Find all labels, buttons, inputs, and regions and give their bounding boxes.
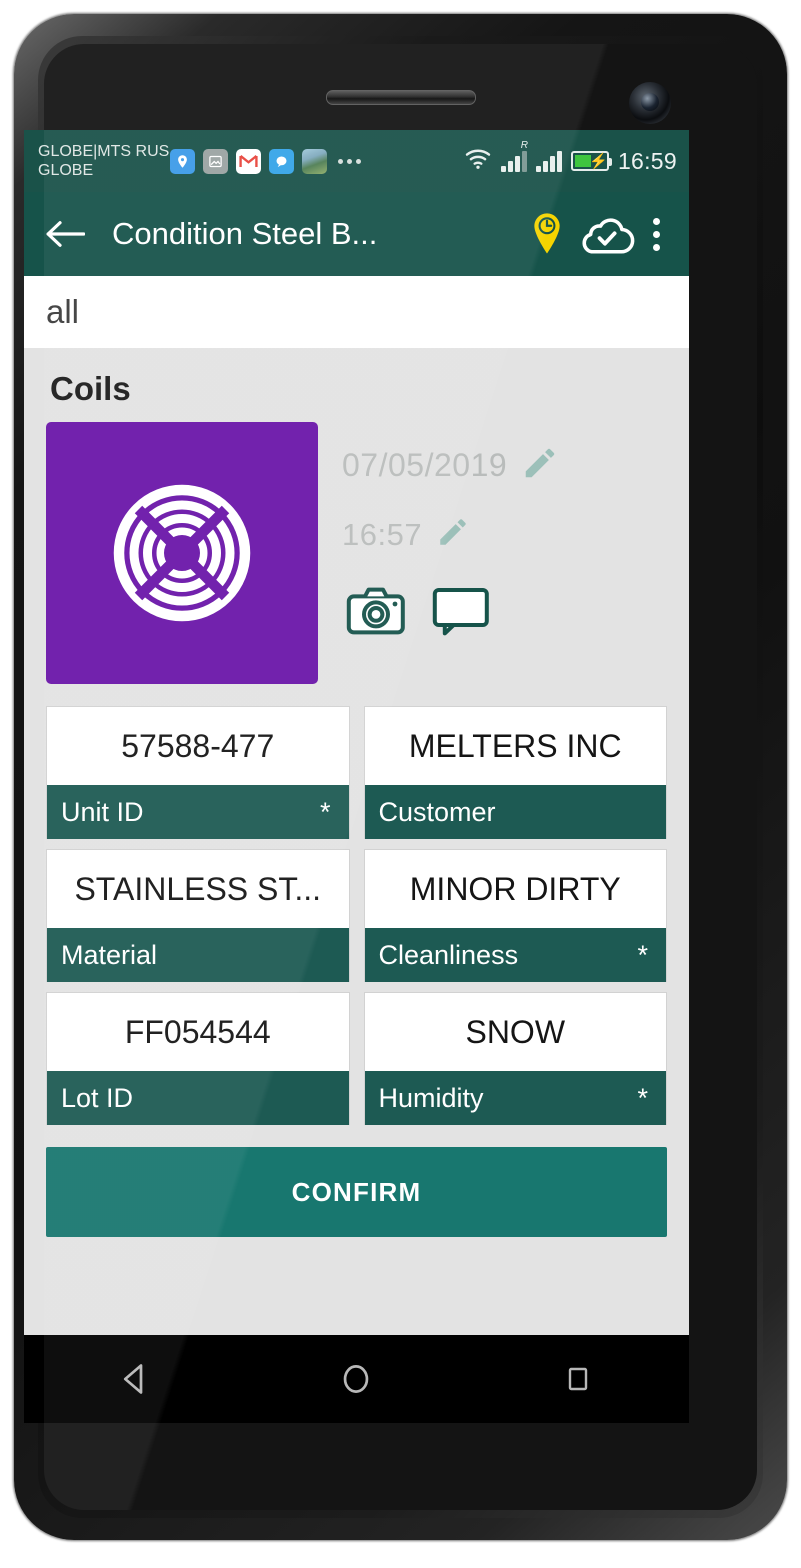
location-clock-pin-icon[interactable]: [519, 206, 575, 262]
roaming-indicator: R: [520, 140, 528, 151]
field-label-bar: Unit ID *: [47, 785, 349, 839]
camera-icon[interactable]: [346, 586, 406, 641]
field-humidity[interactable]: SNOW Humidity *: [363, 992, 667, 1125]
field-material[interactable]: STAINLESS ST... Material: [46, 849, 350, 982]
field-label: Material: [61, 939, 158, 970]
item-date: 07/05/2019: [342, 447, 508, 483]
field-value[interactable]: SNOW: [365, 993, 667, 1071]
required-marker: *: [637, 1082, 648, 1113]
field-label-bar: Humidity *: [364, 1071, 666, 1125]
field-label-bar: Cleanliness *: [364, 928, 666, 982]
status-bar: GLOBE|MTS RUS GLOBE R ⚡ 16:59: [24, 130, 689, 192]
section-heading: Coils: [50, 370, 131, 407]
required-marker: *: [319, 796, 331, 827]
field-label-bar: Customer: [364, 785, 666, 839]
item-header: 07/05/2019 16:57: [24, 422, 689, 684]
confirm-button[interactable]: CONFIRM: [46, 1147, 667, 1237]
field-cleanliness[interactable]: MINOR DIRTY Cleanliness *: [363, 849, 667, 982]
more-dots-icon: [338, 158, 361, 164]
field-label: Unit ID: [61, 796, 144, 827]
field-label-bar: Lot ID: [47, 1071, 349, 1125]
field-value[interactable]: FF054544: [47, 993, 349, 1071]
field-unit-id[interactable]: 57588-477 Unit ID *: [46, 706, 350, 839]
coil-thumbnail[interactable]: [46, 422, 318, 684]
back-arrow-icon[interactable]: [42, 211, 88, 257]
app-bar: Condition Steel B...: [24, 192, 689, 276]
android-nav-bar: [24, 1335, 689, 1423]
field-lot-id[interactable]: FF054544 Lot ID: [46, 992, 350, 1125]
confirm-button-label: CONFIRM: [291, 1176, 422, 1207]
item-meta: 07/05/2019 16:57: [318, 422, 667, 684]
wifi-icon: [464, 148, 492, 175]
field-customer[interactable]: MELTERS INC Customer: [363, 706, 667, 839]
comment-icon[interactable]: [432, 586, 490, 641]
cloud-check-icon[interactable]: [579, 206, 635, 262]
nav-back-icon[interactable]: [90, 1349, 180, 1409]
front-camera-icon: [629, 82, 671, 124]
field-value[interactable]: 57588-477: [47, 707, 349, 785]
overflow-menu-icon[interactable]: [639, 208, 673, 260]
page-title: Condition Steel B...: [112, 216, 378, 251]
date-row: 07/05/2019: [342, 444, 667, 487]
maps-pin-icon: [170, 148, 195, 174]
pencil-icon[interactable]: [436, 515, 470, 554]
field-label: Cleanliness: [378, 939, 519, 970]
signal-bars-sim2-icon: [535, 150, 562, 172]
field-value[interactable]: MELTERS INC: [365, 707, 667, 785]
earpiece-speaker: [325, 90, 476, 105]
coil-icon: [107, 478, 257, 628]
item-actions: [342, 586, 667, 641]
field-label: Customer: [378, 796, 496, 827]
nav-recents-icon[interactable]: [533, 1349, 623, 1409]
notification-icon-tray: [170, 148, 464, 174]
field-label: Lot ID: [61, 1082, 134, 1113]
status-indicators: R ⚡ 16:59: [464, 141, 677, 175]
carrier-label: GLOBE|MTS RUS GLOBE: [38, 143, 170, 179]
field-value[interactable]: MINOR DIRTY: [365, 850, 667, 928]
status-clock: 16:59: [617, 147, 677, 174]
item-time: 16:57: [342, 516, 423, 552]
field-label: Humidity: [378, 1082, 484, 1113]
device-screen: GLOBE|MTS RUS GLOBE R ⚡ 16:59 Condition …: [24, 130, 689, 1335]
required-marker: *: [637, 939, 648, 970]
image-thumbnail-icon: [302, 148, 327, 174]
gmail-icon: [236, 148, 261, 174]
time-row: 16:57: [342, 515, 667, 554]
nav-home-icon[interactable]: [311, 1349, 401, 1409]
field-value[interactable]: STAINLESS ST...: [47, 850, 349, 928]
pencil-icon[interactable]: [521, 444, 559, 487]
signal-bars-sim1-icon: R: [500, 141, 528, 172]
search-input[interactable]: all: [46, 293, 79, 331]
photo-icon: [203, 148, 228, 174]
field-label-bar: Material: [47, 928, 349, 982]
battery-icon: ⚡: [570, 151, 612, 171]
chat-bubble-icon: [269, 148, 294, 174]
fields-grid: 57588-477 Unit ID * MELTERS INC Customer…: [24, 684, 689, 1125]
main-content: Coils 07/05/2019 16:57 57588-477 Unit ID…: [24, 348, 689, 1251]
search-field[interactable]: all: [24, 276, 689, 348]
